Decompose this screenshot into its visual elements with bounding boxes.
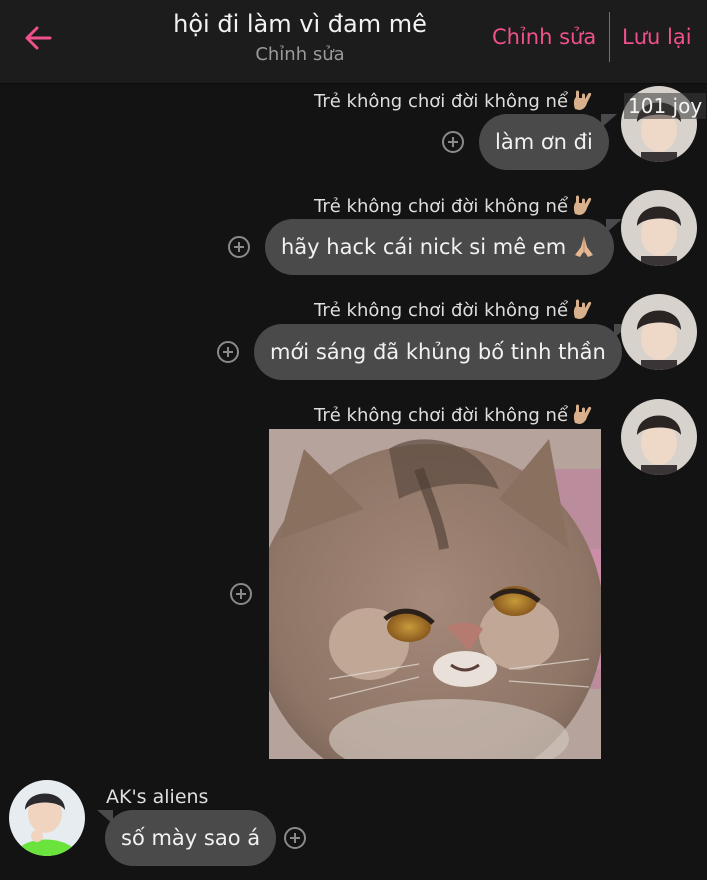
title-block: hội đi làm vì đam mê Chỉnh sửa (110, 6, 490, 68)
message-bubble[interactable]: làm ơn đi (479, 114, 617, 170)
message-sender: Trẻ không chơi đời không nể (314, 89, 596, 113)
add-reaction-icon[interactable] (442, 131, 464, 153)
message-text: hãy hack cái nick si mê em (281, 235, 567, 259)
avatar-image (621, 399, 697, 475)
header-divider (609, 12, 610, 62)
message-sender: Trẻ không chơi đời không nể (314, 403, 596, 427)
avatar-badge: 101 joy (624, 93, 707, 119)
sender-avatar[interactable] (621, 190, 697, 266)
sender-name: Trẻ không chơi đời không nể (314, 91, 569, 112)
cat-image (269, 429, 601, 759)
add-reaction-icon[interactable] (217, 341, 239, 363)
edit-button[interactable]: Chỉnh sửa (492, 22, 596, 52)
rock-hand-emoji-icon (573, 299, 592, 319)
sender-avatar[interactable] (9, 780, 85, 856)
add-reaction-icon[interactable] (230, 583, 252, 605)
message-sender: Trẻ không chơi đời không nể (314, 298, 596, 322)
sender-name: Trẻ không chơi đời không nể (314, 300, 569, 321)
grumpy-cat-photo[interactable] (269, 429, 601, 759)
chat-subtitle: Chỉnh sửa (255, 44, 345, 65)
praying-hands-emoji-icon (575, 236, 594, 257)
add-reaction-icon[interactable] (228, 236, 250, 258)
avatar-image (621, 294, 697, 370)
sender-avatar[interactable] (621, 294, 697, 370)
top-bar: hội đi làm vì đam mê Chỉnh sửa Chỉnh sửa… (0, 0, 707, 84)
rock-hand-emoji-icon (573, 90, 592, 110)
save-button[interactable]: Lưu lại (622, 22, 692, 52)
message-sender: AK's aliens (106, 786, 209, 808)
avatar-image (9, 780, 85, 856)
sender-name: Trẻ không chơi đời không nể (314, 196, 569, 217)
avatar-image (621, 190, 697, 266)
rock-hand-emoji-icon (573, 404, 592, 424)
chat-title: hội đi làm vì đam mê (173, 10, 427, 38)
sender-avatar[interactable] (621, 399, 697, 475)
add-reaction-icon[interactable] (284, 827, 306, 849)
chat-screen: hội đi làm vì đam mê Chỉnh sửa Chỉnh sửa… (0, 0, 707, 880)
message-sender: Trẻ không chơi đời không nể (314, 194, 596, 218)
message-bubble[interactable]: số mày sao á (96, 810, 277, 866)
message-bubble[interactable]: hãy hack cái nick si mê em (265, 219, 623, 275)
sender-name: Trẻ không chơi đời không nể (314, 405, 569, 426)
message-bubble[interactable]: mới sáng đã khủng bố tinh thần (254, 324, 630, 380)
back-button[interactable] (20, 20, 56, 56)
arrow-left-icon (25, 26, 52, 50)
rock-hand-emoji-icon (573, 195, 592, 215)
